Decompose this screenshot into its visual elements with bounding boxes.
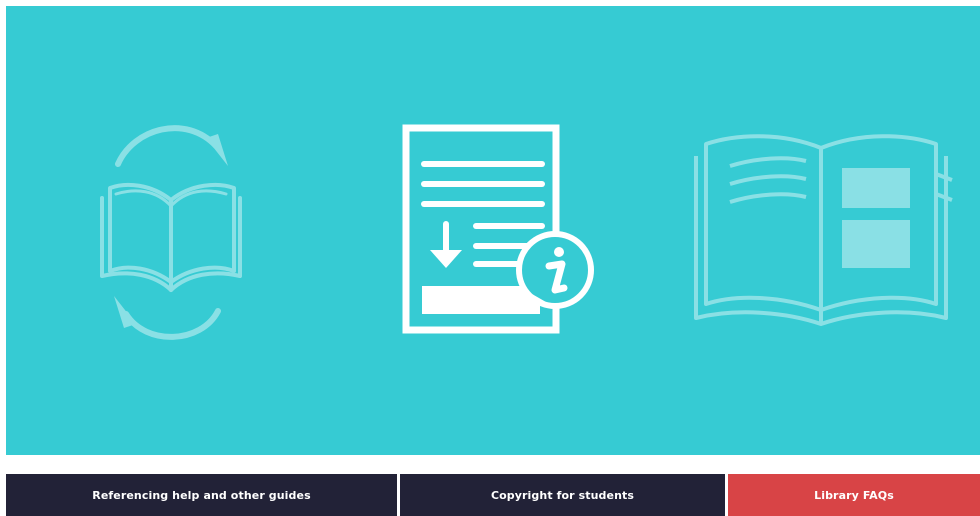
hero-banner <box>6 6 980 455</box>
hero-background <box>6 6 980 455</box>
nav-library-faqs[interactable]: Library FAQs <box>728 474 980 516</box>
nav-copyright-students[interactable]: Copyright for students <box>400 474 725 516</box>
hero-illustration <box>6 6 980 455</box>
library-nav: Referencing help and other guides Copyri… <box>6 474 980 516</box>
nav-referencing-help[interactable]: Referencing help and other guides <box>6 474 397 516</box>
